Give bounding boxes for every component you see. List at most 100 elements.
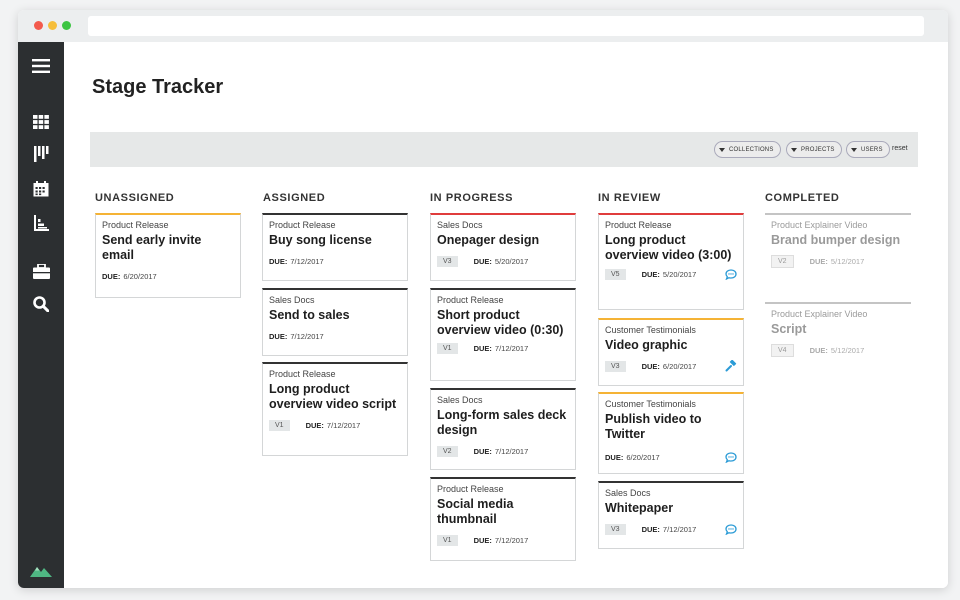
task-card[interactable]: Product Release Social media thumbnail V… bbox=[430, 477, 576, 561]
card-title: Brand bumper design bbox=[771, 233, 901, 247]
address-bar[interactable] bbox=[88, 16, 924, 36]
due-label: DUE: bbox=[102, 271, 121, 281]
reset-filters-link[interactable]: reset bbox=[892, 145, 908, 152]
card-title: Social media thumbnail bbox=[437, 497, 514, 526]
due-date: 6/20/2017 bbox=[662, 361, 697, 371]
task-card[interactable]: Sales Docs Onepager design V3 DUE: 5/20/… bbox=[430, 213, 576, 281]
task-card[interactable]: Sales Docs Whitepaper V3 DUE: 7/12/2017 bbox=[598, 481, 744, 549]
sidebar bbox=[18, 42, 64, 588]
search-icon[interactable] bbox=[31, 294, 51, 314]
briefcase-icon[interactable] bbox=[31, 261, 51, 281]
menu-icon[interactable] bbox=[31, 56, 51, 76]
card-category: Sales Docs bbox=[269, 295, 315, 305]
filter-icon bbox=[719, 147, 725, 152]
due-date: 7/12/2017 bbox=[494, 535, 529, 545]
minimize-window-button[interactable] bbox=[48, 21, 57, 30]
card-category: Sales Docs bbox=[605, 488, 651, 498]
users-filter-button[interactable]: USERS bbox=[846, 141, 890, 158]
due-date: 6/20/2017 bbox=[626, 452, 660, 462]
gavel-icon[interactable] bbox=[725, 360, 737, 372]
due-label: DUE: bbox=[305, 420, 324, 430]
card-meta: DUE: 6/20/2017 bbox=[605, 450, 737, 464]
card-category: Customer Testimonials bbox=[605, 399, 696, 409]
due-label: DUE: bbox=[473, 256, 492, 266]
due-date: 7/12/2017 bbox=[290, 256, 324, 266]
version-badge: V2 bbox=[771, 254, 794, 268]
due-label: DUE: bbox=[473, 535, 492, 545]
card-category: Product Explainer Video bbox=[771, 220, 868, 230]
projects-filter-button[interactable]: PROJECTS bbox=[786, 141, 842, 158]
task-card[interactable]: Sales Docs Send to sales DUE: 7/12/2017 bbox=[262, 288, 408, 356]
card-title: Onepager design bbox=[437, 233, 540, 247]
comment-icon[interactable] bbox=[725, 451, 737, 463]
version-badge: V3 bbox=[605, 523, 626, 535]
card-title: Video graphic bbox=[605, 338, 688, 352]
maximize-window-button[interactable] bbox=[62, 21, 71, 30]
card-meta: V3 DUE: 5/20/2017 bbox=[437, 254, 569, 268]
card-meta: V5 DUE: 5/20/2017 bbox=[605, 267, 737, 281]
card-meta: V3 DUE: 6/20/2017 bbox=[605, 359, 737, 373]
card-meta: V2 DUE: 5/12/2017 bbox=[771, 254, 905, 268]
due-label: DUE: bbox=[641, 269, 660, 279]
column-title-unassigned: UNASSIGNED bbox=[95, 192, 175, 204]
task-card[interactable]: Product Release Buy song license DUE: 7/… bbox=[262, 213, 408, 281]
due-label: DUE: bbox=[269, 256, 288, 266]
task-card[interactable]: Product Release Long product overview vi… bbox=[262, 362, 408, 456]
filter-bar: COLLECTIONS PROJECTS USERS reset bbox=[90, 132, 918, 167]
collections-filter-label: COLLECTIONS bbox=[729, 146, 774, 153]
version-badge: V1 bbox=[437, 342, 458, 354]
card-meta: V3 DUE: 7/12/2017 bbox=[605, 522, 737, 536]
task-card[interactable]: Product Explainer Video Brand bumper des… bbox=[765, 213, 911, 291]
due-date: 6/20/2017 bbox=[123, 271, 157, 281]
grid-icon[interactable] bbox=[31, 112, 51, 132]
task-card[interactable]: Product Explainer Video Script V4 DUE: 5… bbox=[765, 302, 911, 366]
close-window-button[interactable] bbox=[34, 21, 43, 30]
card-meta: DUE: 6/20/2017 bbox=[102, 269, 234, 283]
card-title: Whitepaper bbox=[605, 501, 674, 515]
card-meta: V2 DUE: 7/12/2017 bbox=[437, 444, 569, 458]
kanban-board-icon[interactable] bbox=[31, 144, 51, 164]
card-category: Customer Testimonials bbox=[605, 325, 696, 335]
version-badge: V2 bbox=[437, 445, 458, 457]
card-title: Script bbox=[771, 322, 807, 336]
card-category: Product Release bbox=[437, 295, 504, 305]
filter-icon bbox=[851, 147, 857, 152]
card-title: Send early invite email bbox=[102, 233, 202, 262]
card-category: Product Release bbox=[437, 484, 504, 494]
main-content: Stage Tracker COLLECTIONS PROJECTS USERS… bbox=[64, 42, 948, 588]
due-label: DUE: bbox=[269, 331, 288, 341]
column-title-in-review: IN REVIEW bbox=[598, 192, 661, 204]
users-filter-label: USERS bbox=[861, 146, 883, 153]
card-category: Product Release bbox=[269, 220, 336, 230]
card-title: Long product overview video (3:00) bbox=[605, 233, 732, 262]
logo-icon[interactable] bbox=[29, 560, 53, 580]
collections-filter-button[interactable]: COLLECTIONS bbox=[714, 141, 781, 158]
due-date: 7/12/2017 bbox=[662, 524, 697, 534]
task-card[interactable]: Product Release Short product overview v… bbox=[430, 288, 576, 381]
card-meta: V1 DUE: 7/12/2017 bbox=[437, 341, 569, 355]
browser-window: Stage Tracker COLLECTIONS PROJECTS USERS… bbox=[18, 10, 948, 588]
task-card[interactable]: Product Release Send early invite email … bbox=[95, 213, 241, 298]
card-meta: DUE: 7/12/2017 bbox=[269, 254, 401, 268]
task-card[interactable]: Sales Docs Long-form sales deck design V… bbox=[430, 388, 576, 470]
comment-icon[interactable] bbox=[725, 523, 737, 535]
browser-titlebar bbox=[18, 10, 948, 42]
reports-chart-icon[interactable] bbox=[31, 213, 51, 233]
task-card[interactable]: Customer Testimonials Publish video to T… bbox=[598, 392, 744, 474]
version-badge: V3 bbox=[437, 255, 458, 267]
due-label: DUE: bbox=[641, 524, 660, 534]
task-card[interactable]: Customer Testimonials Video graphic V3 D… bbox=[598, 318, 744, 386]
task-card[interactable]: Product Release Long product overview vi… bbox=[598, 213, 744, 310]
column-title-assigned: ASSIGNED bbox=[263, 192, 326, 204]
card-category: Product Release bbox=[102, 220, 169, 230]
comment-icon[interactable] bbox=[725, 268, 737, 280]
due-date: 5/12/2017 bbox=[830, 256, 865, 266]
version-badge: V3 bbox=[605, 360, 626, 372]
card-title: Publish video to Twitter bbox=[605, 412, 702, 441]
card-meta: V1 DUE: 7/12/2017 bbox=[437, 533, 569, 547]
card-category: Product Explainer Video bbox=[771, 309, 868, 319]
calendar-icon[interactable] bbox=[31, 179, 51, 199]
card-category: Product Release bbox=[269, 369, 336, 379]
card-category: Product Release bbox=[605, 220, 672, 230]
due-date: 5/20/2017 bbox=[494, 256, 529, 266]
